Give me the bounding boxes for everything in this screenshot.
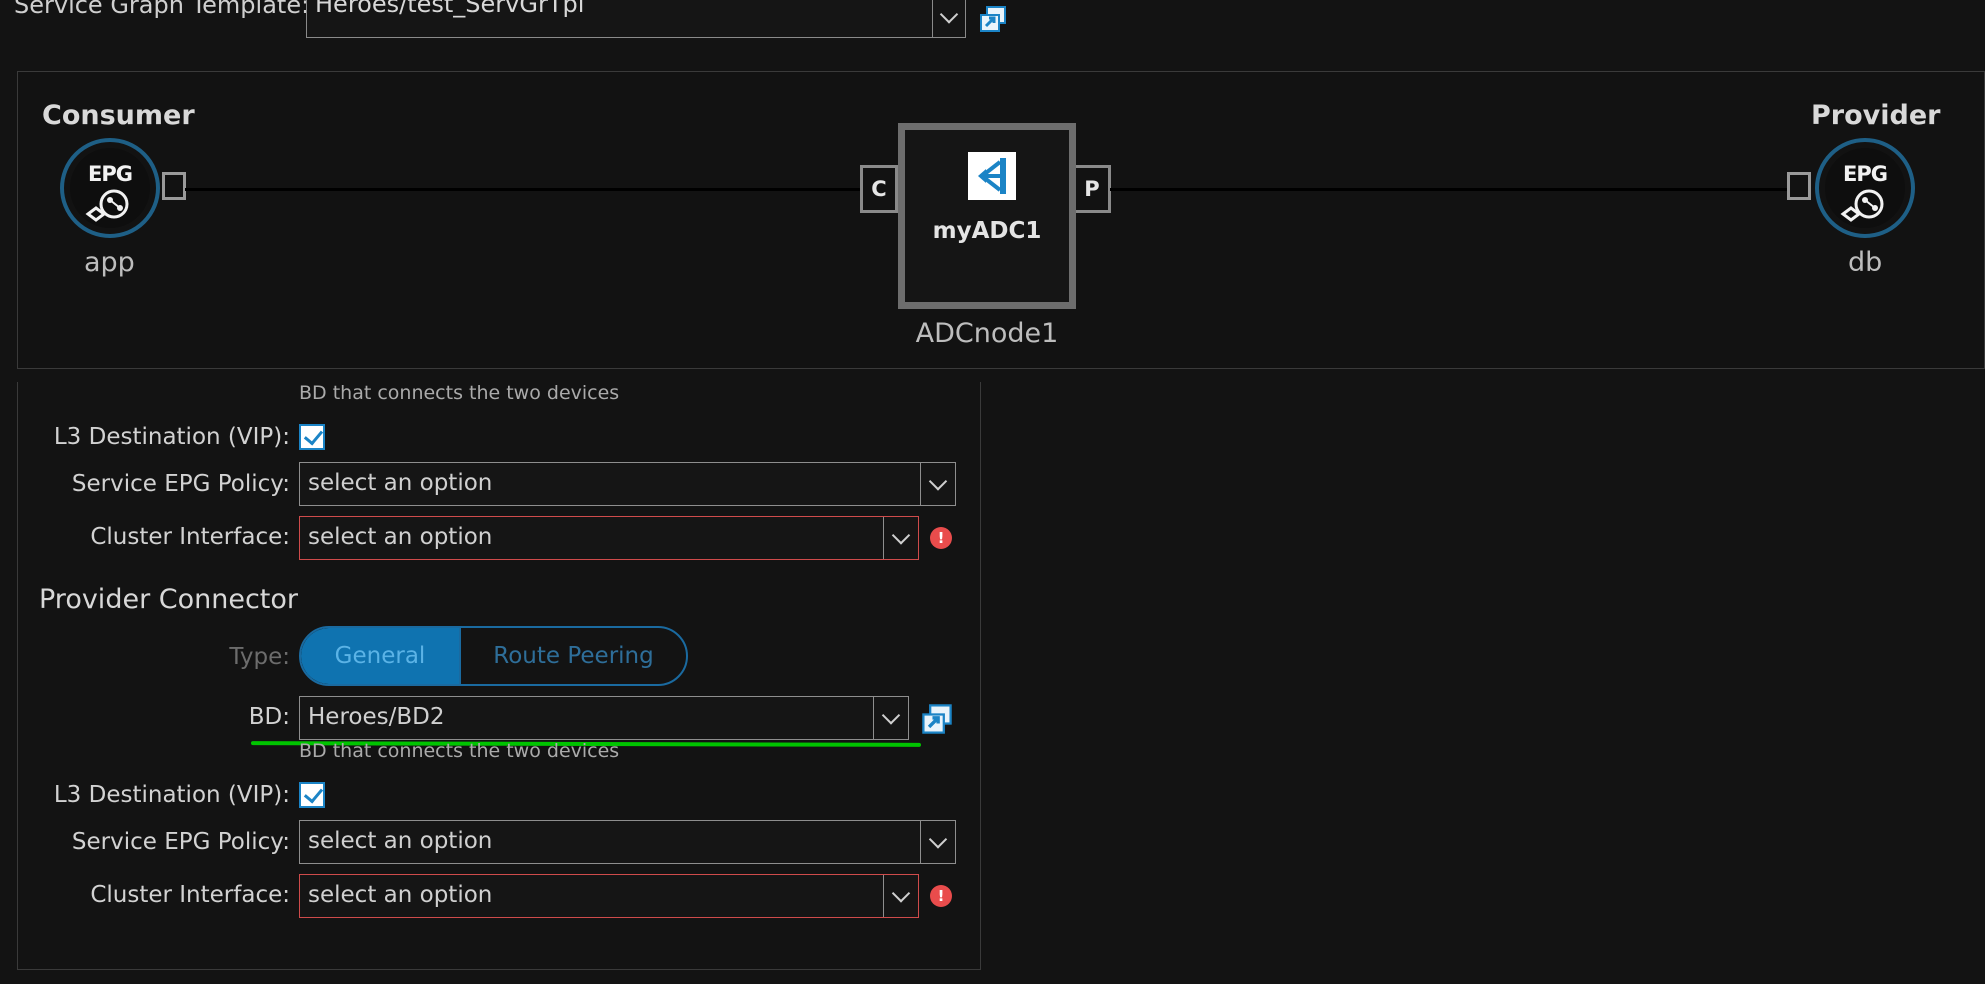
provider-cluster-label: Cluster Interface:: [90, 882, 290, 908]
provider-type-toggle[interactable]: General Route Peering: [299, 626, 688, 686]
provider-epg-name: db: [1848, 247, 1883, 278]
consumer-cluster-dropdown[interactable]: [883, 517, 918, 559]
node-provider-port[interactable]: P: [1073, 165, 1111, 213]
load-balancer-icon: [968, 152, 1016, 200]
epg-inner: EPG: [1825, 148, 1905, 228]
consumer-cluster-select[interactable]: select an option: [299, 516, 919, 560]
consumer-epg-badge: EPG: [88, 162, 133, 186]
provider-epg-badge: EPG: [1843, 162, 1888, 186]
provider-port[interactable]: [1787, 172, 1811, 200]
consumer-epg-policy-dropdown[interactable]: [920, 463, 955, 505]
template-dropdown-button[interactable]: [932, 0, 965, 37]
provider-type-label: Type:: [229, 644, 290, 670]
chevron-down-icon: [928, 830, 948, 849]
template-select[interactable]: Heroes/test_ServGrTpl: [306, 0, 966, 38]
provider-epg-policy-dropdown[interactable]: [920, 821, 955, 863]
type-option-general[interactable]: General: [301, 628, 461, 684]
consumer-cluster-label: Cluster Interface:: [90, 524, 290, 550]
provider-connector-title: Provider Connector: [39, 584, 299, 615]
chevron-down-icon: [891, 526, 911, 545]
chevron-down-icon: [881, 706, 901, 725]
template-select-value: Heroes/test_ServGrTpl: [315, 0, 585, 18]
consumer-bd-hint: BD that connects the two devices: [299, 382, 620, 404]
open-bd-icon[interactable]: [920, 702, 954, 736]
provider-title: Provider: [1811, 100, 1941, 131]
consumer-epg-name: app: [84, 247, 135, 278]
adc-device-label: myADC1: [932, 218, 1042, 244]
consumer-connection-line: [185, 188, 875, 191]
node-consumer-port[interactable]: C: [860, 165, 898, 213]
chevron-down-icon: [891, 884, 911, 903]
provider-epg-policy-select[interactable]: select an option: [299, 820, 956, 864]
chevron-down-icon: [939, 5, 959, 24]
open-template-icon[interactable]: [978, 4, 1008, 34]
provider-epg-node[interactable]: EPG: [1815, 138, 1915, 238]
type-option-route-peering[interactable]: Route Peering: [461, 628, 686, 684]
provider-cluster-value: select an option: [308, 882, 493, 908]
consumer-title: Consumer: [42, 100, 195, 131]
consumer-cluster-error-icon: !: [930, 527, 952, 549]
consumer-l3-checkbox[interactable]: [299, 424, 325, 450]
provider-bd-select[interactable]: Heroes/BD2: [299, 696, 909, 740]
adc-device-node[interactable]: myADC1: [898, 123, 1076, 309]
epg-network-icon: [1840, 189, 1884, 222]
adc-node-caption: ADCnode1: [915, 318, 1059, 349]
provider-bd-hint: BD that connects the two devices: [299, 740, 620, 762]
chevron-down-icon: [928, 472, 948, 491]
provider-bd-value: Heroes/BD2: [308, 704, 445, 730]
provider-epg-policy-value: select an option: [308, 828, 493, 854]
provider-connection-line: [1110, 188, 1810, 191]
provider-cluster-dropdown[interactable]: [883, 875, 918, 917]
provider-bd-dropdown[interactable]: [873, 697, 908, 739]
consumer-epg-policy-label: Service EPG Policy:: [71, 471, 290, 497]
consumer-l3-label: L3 Destination (VIP):: [53, 424, 290, 450]
consumer-epg-policy-select[interactable]: select an option: [299, 462, 956, 506]
consumer-port[interactable]: [162, 172, 186, 200]
consumer-cluster-value: select an option: [308, 524, 493, 550]
provider-cluster-select[interactable]: select an option: [299, 874, 919, 918]
provider-bd-label: BD:: [248, 704, 290, 730]
epg-inner: EPG: [70, 148, 150, 228]
provider-l3-checkbox[interactable]: [299, 782, 325, 808]
provider-epg-policy-label: Service EPG Policy:: [71, 829, 290, 855]
consumer-epg-node[interactable]: EPG: [60, 138, 160, 238]
epg-network-icon: [85, 189, 129, 222]
provider-cluster-error-icon: !: [930, 885, 952, 907]
consumer-epg-policy-value: select an option: [308, 470, 493, 496]
provider-l3-label: L3 Destination (VIP):: [53, 782, 290, 808]
template-label: Service Graph Template:: [14, 0, 310, 19]
